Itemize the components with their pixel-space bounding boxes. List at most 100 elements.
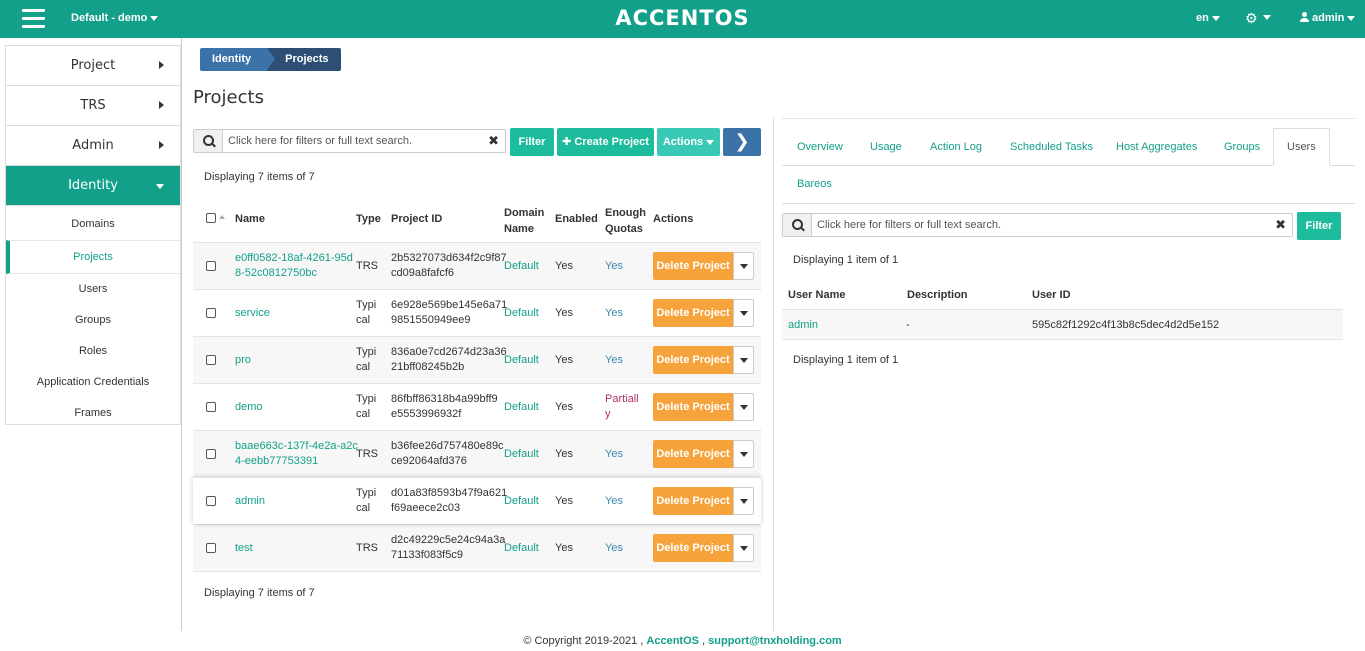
row-checkbox[interactable]: [206, 449, 216, 459]
project-name-link[interactable]: demo: [235, 400, 263, 415]
id-line: d2c49229c5e24c94a3a: [391, 534, 506, 546]
column-header-project-id[interactable]: Project ID: [391, 213, 442, 225]
tabs-border: [782, 165, 1355, 166]
projects-search-input[interactable]: [228, 132, 478, 150]
delete-project-button[interactable]: Delete Project: [653, 393, 733, 421]
id-line: d01a83f8593b47f9a621: [391, 487, 508, 499]
domain-link[interactable]: Default: [504, 400, 539, 415]
support-email-link[interactable]: support@tnxholding.com: [708, 635, 842, 647]
clear-icon[interactable]: ✖: [1275, 217, 1286, 233]
users-search-input[interactable]: [817, 216, 1267, 234]
breadcrumb-identity[interactable]: Identity: [200, 48, 276, 71]
column-header-enabled[interactable]: Enabled: [555, 213, 598, 225]
domain-link[interactable]: Default: [504, 541, 539, 556]
project-id: d2c49229c5e24c94a3a 71133f083f5c9: [391, 533, 505, 563]
tab-scheduled-tasks[interactable]: Scheduled Tasks: [1010, 141, 1093, 153]
column-header-description[interactable]: Description: [907, 289, 968, 301]
delete-project-button[interactable]: Delete Project: [653, 534, 733, 562]
delete-project-button[interactable]: Delete Project: [653, 440, 733, 468]
user-label: admin: [1312, 12, 1345, 24]
domain-link[interactable]: Default: [504, 447, 539, 462]
project-name-link[interactable]: e0ff0582-18af-4261-95d 8-52c0812750bc: [235, 251, 353, 281]
column-header-user-name[interactable]: User Name: [788, 289, 845, 301]
domain-link[interactable]: Default: [504, 494, 539, 509]
quota-line: Yes: [605, 307, 623, 319]
enabled-value: Yes: [555, 401, 573, 413]
tab-groups[interactable]: Groups: [1224, 141, 1260, 153]
delete-project-button[interactable]: Delete Project: [653, 299, 733, 327]
row-actions-toggle[interactable]: [733, 346, 754, 374]
project-name-link[interactable]: service: [235, 306, 270, 321]
column-header-domain-name[interactable]: Domain Name: [504, 205, 544, 237]
plus-icon: ✚: [562, 136, 572, 148]
row-checkbox[interactable]: [206, 402, 216, 412]
actions-dropdown[interactable]: Actions: [657, 128, 720, 156]
select-all-checkbox[interactable]: [206, 213, 216, 223]
row-actions-toggle[interactable]: [733, 534, 754, 562]
row-checkbox[interactable]: [206, 261, 216, 271]
row-actions-toggle[interactable]: [733, 440, 754, 468]
row-checkbox[interactable]: [206, 496, 216, 506]
quota-status: Yes: [605, 353, 623, 368]
sidebar-section-label: Admin: [72, 138, 114, 153]
settings-menu[interactable]: ⚙: [1245, 10, 1271, 27]
delete-project-button[interactable]: Delete Project: [653, 487, 733, 515]
create-project-button[interactable]: ✚ Create Project: [557, 128, 654, 156]
sidebar-item-roles[interactable]: Roles: [6, 336, 180, 367]
tab-overview[interactable]: Overview: [797, 141, 843, 153]
clear-icon[interactable]: ✖: [488, 133, 499, 149]
table-row: demo Typi cal 86fbff86318b4a99bff9 e55539969…: [193, 383, 761, 430]
id-line: b36fee26d757480e89c: [391, 440, 504, 452]
name-line: test: [235, 542, 253, 554]
project-type: Typi cal: [356, 298, 376, 328]
row-checkbox[interactable]: [206, 543, 216, 553]
column-header-name[interactable]: Name: [235, 213, 265, 225]
tab-usage[interactable]: Usage: [870, 141, 902, 153]
filter-button[interactable]: Filter: [510, 128, 554, 156]
row-checkbox[interactable]: [206, 355, 216, 365]
tabs-border-second: [782, 203, 1355, 204]
column-header-quotas[interactable]: Enough Quotas: [605, 205, 646, 237]
sidebar-item-groups[interactable]: Groups: [6, 305, 180, 336]
user-description: -: [906, 319, 910, 331]
sidebar-item-application-credentials[interactable]: Application Credentials: [6, 367, 180, 398]
sidebar-item-frames[interactable]: Frames: [6, 398, 180, 429]
sidebar-item-domains[interactable]: Domains: [6, 209, 180, 240]
domain-link[interactable]: Default: [504, 306, 539, 321]
row-actions-toggle[interactable]: [733, 487, 754, 515]
row-actions-toggle[interactable]: [733, 252, 754, 280]
row-actions-toggle[interactable]: [733, 299, 754, 327]
row-actions-toggle[interactable]: [733, 393, 754, 421]
sidebar-section-admin[interactable]: Admin: [6, 126, 180, 166]
language-selector[interactable]: en: [1196, 12, 1220, 24]
delete-project-button[interactable]: Delete Project: [653, 346, 733, 374]
project-name-link[interactable]: pro: [235, 353, 251, 368]
user-name-link[interactable]: admin: [788, 318, 818, 333]
sort-icon[interactable]: [219, 215, 225, 219]
brand-logo: ACCENTOS: [615, 6, 750, 30]
tab-users[interactable]: Users: [1273, 128, 1330, 166]
row-checkbox[interactable]: [206, 308, 216, 318]
tab-bareos[interactable]: Bareos: [797, 178, 832, 190]
sidebar-section-identity[interactable]: Identity: [6, 166, 180, 206]
tab-action-log[interactable]: Action Log: [930, 141, 982, 153]
chevron-right-icon: ❯: [734, 131, 750, 151]
project-name-link[interactable]: test: [235, 541, 253, 556]
domain-link[interactable]: Default: [504, 353, 539, 368]
column-header-user-id[interactable]: User ID: [1032, 289, 1071, 301]
delete-project-button[interactable]: Delete Project: [653, 252, 733, 280]
sidebar-item-users[interactable]: Users: [6, 274, 180, 305]
breadcrumb-projects[interactable]: Projects: [267, 48, 341, 71]
sidebar-item-projects[interactable]: Projects: [6, 240, 180, 274]
sidebar-section-project[interactable]: Project: [6, 46, 180, 86]
brand-link[interactable]: AccentOS: [646, 635, 699, 647]
domain-link[interactable]: Default: [504, 259, 539, 274]
project-name-link[interactable]: baae663c-137f-4e2a-a2c 4-eebb77753391: [235, 439, 358, 469]
sidebar-section-trs[interactable]: TRS: [6, 86, 180, 126]
users-filter-button[interactable]: Filter: [1297, 212, 1341, 240]
project-name-link[interactable]: admin: [235, 494, 265, 509]
column-header-type[interactable]: Type: [356, 213, 381, 225]
expand-panel-button[interactable]: ❯: [723, 128, 761, 156]
user-menu[interactable]: admin: [1300, 12, 1356, 24]
tab-host-aggregates[interactable]: Host Aggregates: [1116, 141, 1197, 153]
